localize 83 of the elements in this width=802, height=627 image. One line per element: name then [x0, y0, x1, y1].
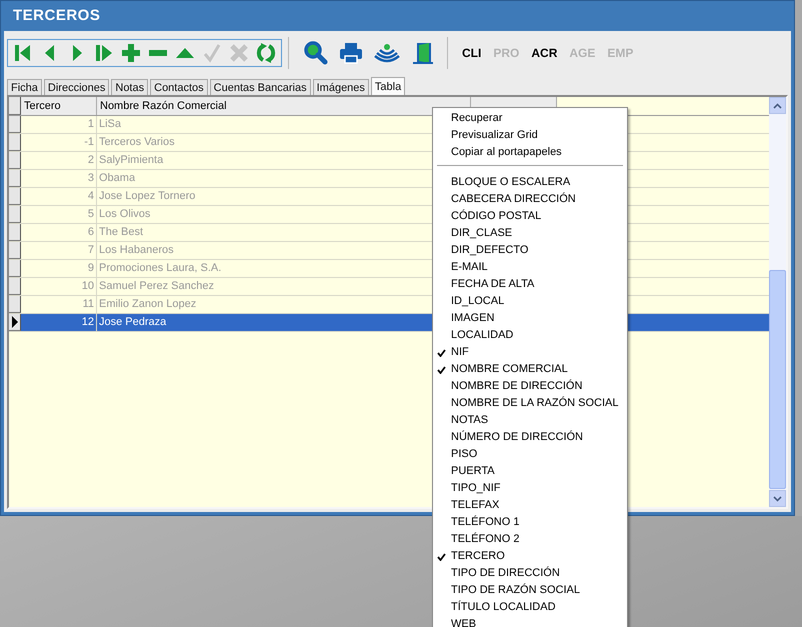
table-cell: 5 — [21, 206, 97, 223]
menu-item-label: TERCERO — [451, 549, 505, 564]
table-cell: -1 — [21, 134, 97, 151]
menu-item[interactable]: TERCERO — [433, 548, 627, 565]
tab[interactable]: Imágenes — [312, 79, 369, 95]
tab[interactable]: Direcciones — [44, 79, 110, 95]
scroll-thumb[interactable] — [769, 270, 786, 489]
menu-item[interactable]: NOMBRE DE LA RAZÓN SOCIAL — [433, 395, 627, 412]
scroll-down-button[interactable] — [769, 490, 786, 507]
menu-item-label: PUERTA — [451, 464, 495, 479]
chevron-up-icon — [773, 102, 782, 108]
table-cell: 12 — [21, 314, 97, 331]
menu-item[interactable]: NOMBRE COMERCIAL — [433, 361, 627, 378]
row-indicator — [9, 134, 21, 151]
scroll-up-button[interactable] — [769, 97, 786, 114]
menu-item[interactable]: NIF — [433, 344, 627, 361]
pointer-icon — [10, 316, 18, 328]
module-button[interactable]: CLI — [456, 46, 488, 60]
menu-item-label: PISO — [451, 447, 478, 462]
table-cell: 4 — [21, 188, 97, 205]
tab[interactable]: Tabla — [370, 77, 406, 95]
menu-item-label: TÍTULO LOCALIDAD — [451, 600, 556, 615]
row-indicator — [9, 170, 21, 187]
menu-item-label: NOTAS — [451, 413, 488, 428]
menu-item[interactable]: TIPO DE RAZÓN SOCIAL — [433, 582, 627, 599]
menu-item[interactable]: TÍTULO LOCALIDAD — [433, 599, 627, 616]
menu-item[interactable]: NOMBRE DE DIRECCIÓN — [433, 378, 627, 395]
menu-item[interactable]: TIPO DE DIRECCIÓN — [433, 565, 627, 582]
menu-item-label: IMAGEN — [451, 311, 494, 326]
menu-item-label: E-MAIL — [451, 260, 488, 275]
row-indicator — [9, 188, 21, 205]
menu-item-label: TELÉFONO 2 — [451, 532, 520, 547]
menu-item-label: NOMBRE DE LA RAZÓN SOCIAL — [451, 396, 618, 411]
row-indicator — [9, 260, 21, 277]
plus-icon[interactable] — [119, 42, 143, 64]
table-cell: 2 — [21, 152, 97, 169]
menu-item-label: TELÉFONO 1 — [451, 514, 520, 530]
menu-item[interactable]: PUERTA — [433, 463, 627, 480]
menu-item-label: WEB — [451, 617, 476, 627]
row-indicator — [9, 116, 21, 133]
menu-item[interactable]: TELÉFONO 2 — [433, 531, 627, 548]
table-cell: 6 — [21, 224, 97, 241]
row-indicator — [9, 242, 21, 259]
row-indicator — [9, 206, 21, 223]
table-cell: 7 — [21, 242, 97, 259]
printer-icon[interactable] — [337, 40, 365, 66]
row-indicator — [9, 152, 21, 169]
menu-item[interactable]: TELÉFONO 1 — [433, 514, 627, 531]
menu-item-label: TELEFAX — [451, 498, 500, 513]
table-cell: 10 — [21, 278, 97, 295]
menu-item-label: NOMBRE DE DIRECCIÓN — [451, 378, 582, 394]
menu-item-label: NIF — [451, 345, 469, 360]
menu-item-label: TIPO DE RAZÓN SOCIAL — [451, 582, 580, 598]
menu-item-label: NOMBRE COMERCIAL — [451, 362, 568, 377]
tab[interactable]: Notas — [111, 79, 148, 95]
window-title: TERCEROS — [12, 6, 102, 26]
table-cell: 9 — [21, 260, 97, 277]
row-indicator — [9, 296, 21, 313]
table-cell: 3 — [21, 170, 97, 187]
menu-item[interactable]: NOTAS — [433, 412, 627, 429]
scrollbar[interactable] — [769, 97, 786, 507]
row-indicator — [9, 278, 21, 295]
menu-item[interactable]: PISO — [433, 446, 627, 463]
menu-item-label: ID_LOCAL — [451, 294, 504, 309]
row-indicator — [9, 224, 21, 241]
tab[interactable]: Ficha — [7, 79, 42, 95]
chevron-down-icon — [773, 496, 782, 502]
table-cell: 1 — [21, 116, 97, 133]
menu-item-label: NÚMERO DE DIRECCIÓN — [451, 430, 584, 445]
menu-item-label: TIPO_NIF — [451, 481, 501, 496]
refresh-icon[interactable] — [254, 42, 278, 64]
tab[interactable]: Contactos — [150, 79, 208, 95]
table-cell: 11 — [21, 296, 97, 313]
module-button[interactable]: ACR — [525, 46, 564, 60]
menu-item-label: TIPO DE DIRECCIÓN — [451, 566, 560, 581]
tab[interactable]: Cuentas Bancarias — [210, 79, 311, 95]
menu-item[interactable]: TIPO_NIF — [433, 480, 627, 497]
row-header — [9, 97, 21, 115]
checkmark-icon — [437, 552, 446, 560]
column-header[interactable]: Tercero — [21, 97, 97, 115]
menu-item[interactable]: WEB — [433, 616, 627, 627]
menu-item[interactable]: NÚMERO DE DIRECCIÓN — [433, 429, 627, 446]
menu-item[interactable]: TELEFAX — [433, 497, 627, 514]
